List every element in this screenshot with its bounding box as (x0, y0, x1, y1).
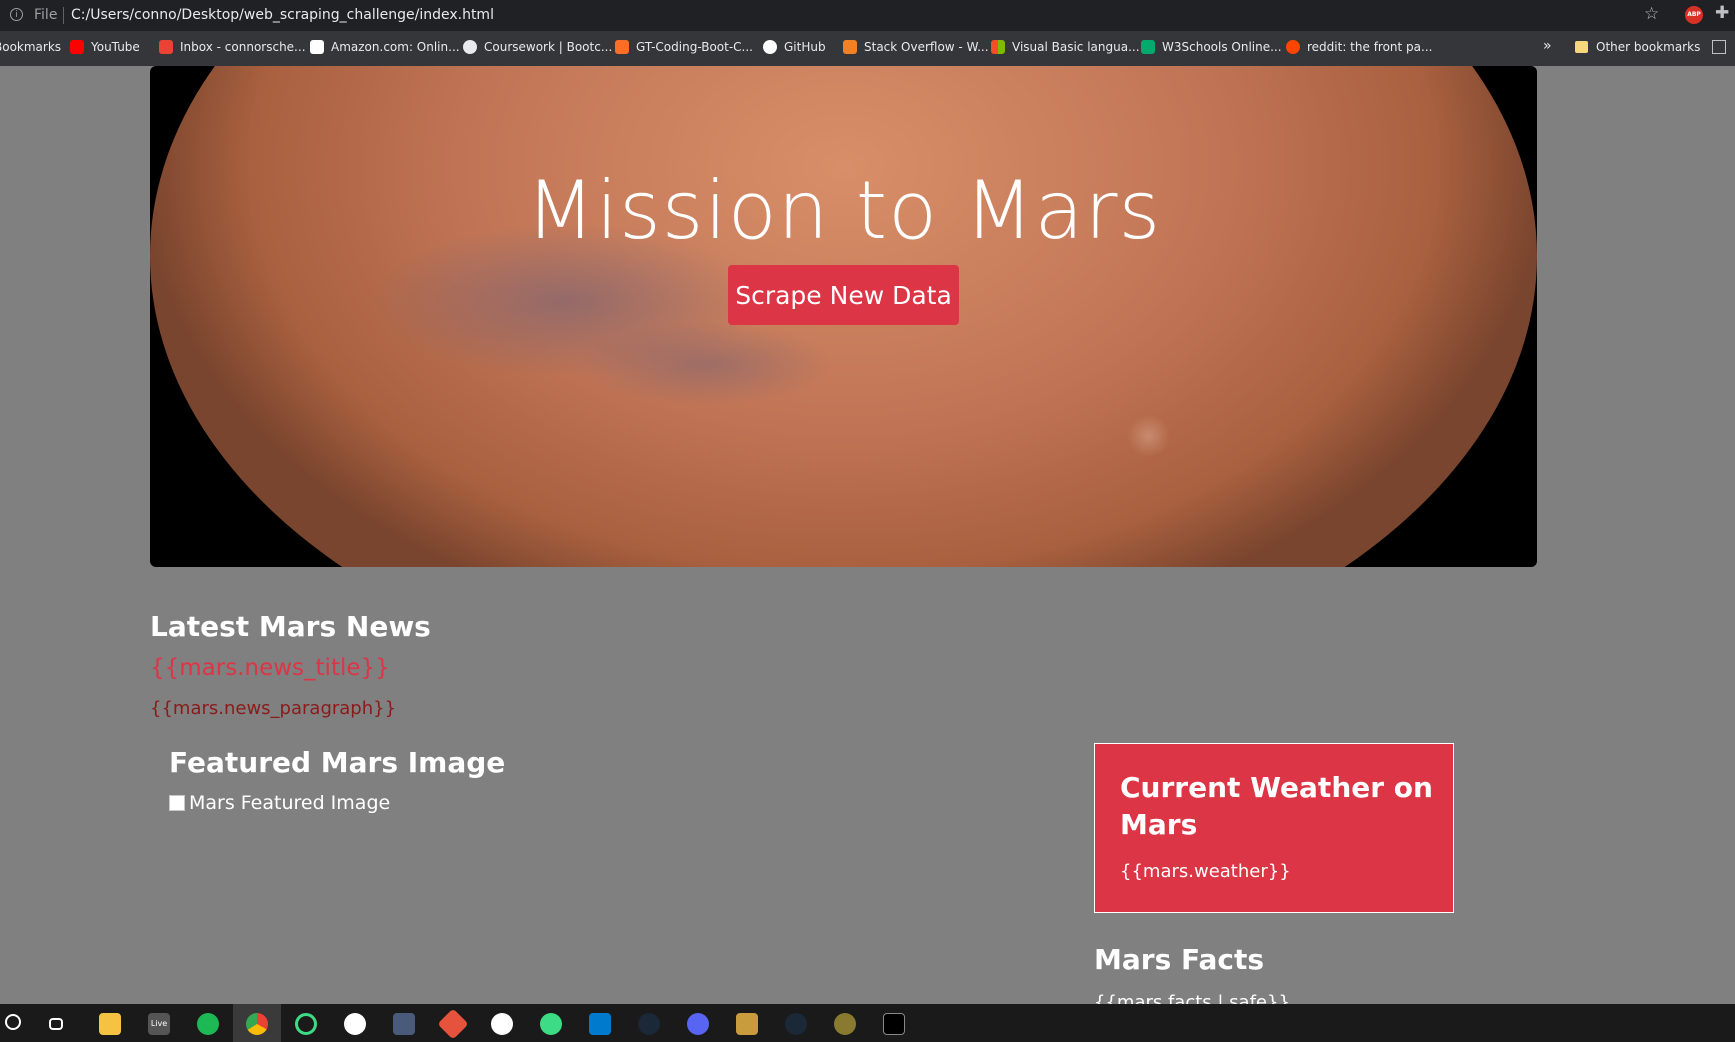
page-title: Mission to Mars (525, 164, 1162, 257)
adblock-plus-icon[interactable]: ABP (1685, 6, 1703, 24)
gitlab-icon (615, 40, 629, 54)
globe-icon (463, 40, 477, 54)
facts-heading: Mars Facts (1094, 943, 1265, 976)
reading-list-icon[interactable] (1712, 40, 1726, 54)
steam-icon[interactable] (638, 1013, 660, 1035)
bookmark-w3schools[interactable]: W3Schools Online... (1141, 40, 1282, 54)
bookmark-reddit[interactable]: reddit: the front pa... (1286, 40, 1432, 54)
bookmark-label: GitHub (784, 40, 826, 54)
slack-icon[interactable] (344, 1013, 366, 1035)
bookmark-label: Bookmarks (0, 40, 62, 54)
bookmark-amazon[interactable]: Amazon.com: Onlin... (310, 40, 460, 54)
extensions-puzzle-icon[interactable]: ✚ (1715, 3, 1729, 23)
game-icon[interactable] (834, 1013, 856, 1035)
featured-image: Mars Featured Image (169, 792, 390, 814)
weather-heading: Current Weather on Mars (1120, 771, 1433, 841)
steam-alt-icon[interactable] (785, 1013, 807, 1035)
stackoverflow-icon (843, 40, 857, 54)
bookmark-visual-basic[interactable]: Visual Basic langua... (991, 40, 1140, 54)
bookmark-gitlab[interactable]: GT-Coding-Boot-C... (615, 40, 753, 54)
bookmark-coursework[interactable]: Coursework | Bootc... (463, 40, 612, 54)
file-scheme-label: File (34, 7, 58, 23)
sync-icon[interactable] (295, 1013, 317, 1035)
amazon-icon (310, 40, 324, 54)
discord-icon[interactable] (687, 1013, 709, 1035)
bookmarks-overflow-button[interactable]: » (1543, 38, 1552, 54)
bookmark-label: Amazon.com: Onlin... (331, 40, 460, 54)
github-icon (763, 40, 777, 54)
news-paragraph: {{mars.news_paragraph}} (150, 698, 397, 719)
start-icon[interactable] (5, 1014, 21, 1030)
terminal-icon[interactable] (883, 1013, 905, 1035)
bookmark-bookmarks[interactable]: Bookmarks (0, 40, 61, 54)
info-icon[interactable]: i (10, 8, 23, 21)
bookmark-github[interactable]: GitHub (763, 40, 826, 54)
league-icon[interactable] (736, 1013, 758, 1035)
url-field[interactable]: C:/Users/conno/Desktop/web_scraping_chal… (71, 7, 494, 23)
microsoft-icon (991, 40, 1005, 54)
bookmark-label: GT-Coding-Boot-C... (636, 40, 753, 54)
youtube-icon (70, 40, 84, 54)
divider (63, 7, 64, 24)
bookmark-label: Stack Overflow - W... (864, 40, 989, 54)
chrome-icon[interactable] (246, 1013, 268, 1035)
vscode-alt-icon[interactable] (393, 1013, 415, 1035)
w3schools-icon (1141, 40, 1155, 54)
news-heading: Latest Mars News (150, 610, 431, 643)
gmail-icon (159, 40, 173, 54)
git-icon[interactable] (437, 1008, 469, 1040)
featured-image-heading: Featured Mars Image (169, 746, 506, 779)
bookmark-label: Inbox - connorsche... (180, 40, 306, 54)
weather-value: {{mars.weather}} (1120, 861, 1291, 882)
bookmark-label: Other bookmarks (1596, 40, 1701, 54)
reddit-icon (1286, 40, 1300, 54)
news-title: {{mars.news_title}} (150, 655, 390, 681)
bookmark-label: W3Schools Online... (1162, 40, 1282, 54)
bookmark-star-icon[interactable]: ☆ (1644, 4, 1659, 24)
bookmark-gmail[interactable]: Inbox - connorsche... (159, 40, 306, 54)
bookmark-label: Coursework | Bootc... (484, 40, 613, 54)
bookmark-label: Visual Basic langua... (1012, 40, 1140, 54)
live-icon[interactable]: Live (148, 1013, 170, 1035)
bookmark-label: YouTube (91, 40, 140, 54)
spotify-icon[interactable] (197, 1013, 219, 1035)
scrape-new-data-button[interactable]: Scrape New Data (728, 265, 959, 325)
broken-image-icon (169, 795, 185, 811)
file-explorer-icon[interactable] (99, 1013, 121, 1035)
bookmark-youtube[interactable]: YouTube (70, 40, 140, 54)
bookmarks-bar: Bookmarks YouTube Inbox - connorsche... … (0, 31, 1735, 66)
hero-jumbotron: Mission to Mars Scrape New Data (150, 66, 1537, 567)
windows-taskbar: Live (0, 1004, 1735, 1042)
vscode-icon[interactable] (589, 1013, 611, 1035)
browser-address-bar: i File C:/Users/conno/Desktop/web_scrapi… (0, 0, 1735, 31)
atom-icon[interactable] (540, 1013, 562, 1035)
folder-icon (1575, 41, 1588, 53)
other-bookmarks[interactable]: Other bookmarks (1575, 40, 1700, 54)
bookmark-stackoverflow[interactable]: Stack Overflow - W... (843, 40, 989, 54)
bookmark-label: reddit: the front pa... (1307, 40, 1433, 54)
featured-image-alt-text: Mars Featured Image (189, 792, 391, 814)
mongodb-icon[interactable] (491, 1013, 513, 1035)
task-view-icon[interactable] (49, 1018, 63, 1030)
weather-card: Current Weather on Mars {{mars.weather}} (1094, 743, 1454, 913)
